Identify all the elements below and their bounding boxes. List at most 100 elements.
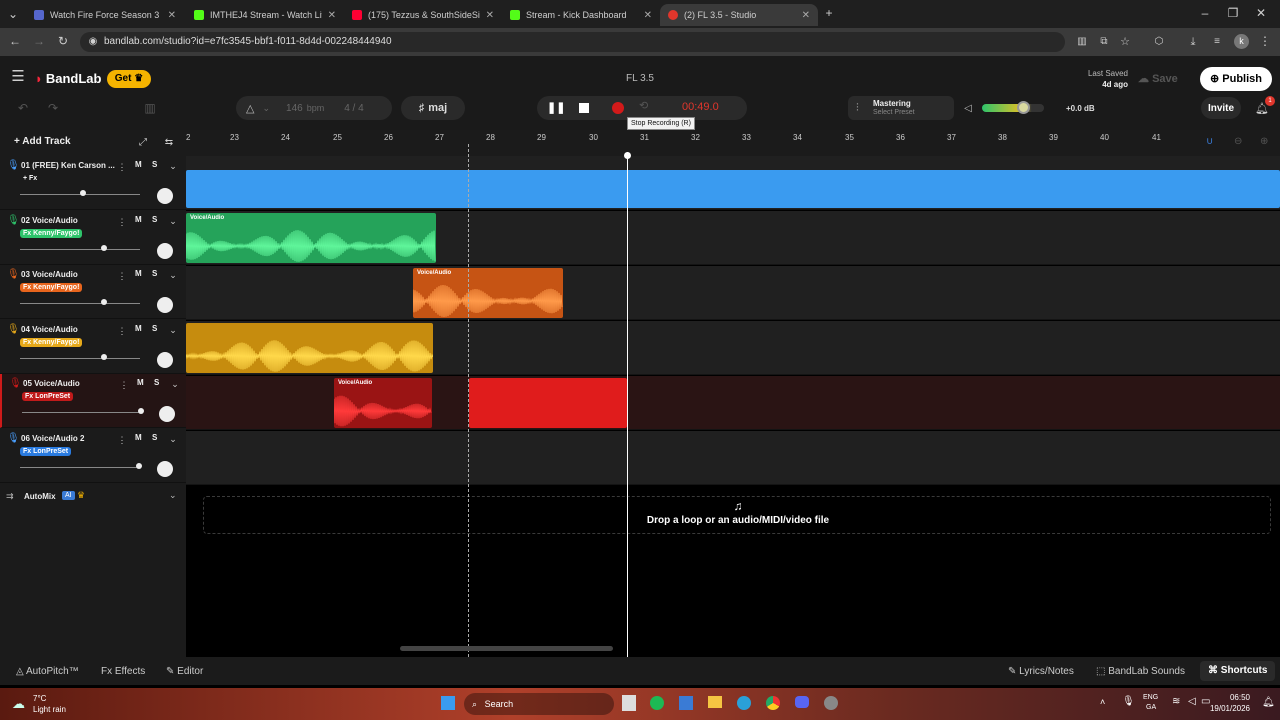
snap-magnet-icon[interactable]: ∪ xyxy=(1206,136,1213,147)
metronome-icon[interactable]: △ xyxy=(246,102,254,115)
track-name[interactable]: 01 (FREE) Ken Carson ... xyxy=(21,161,116,170)
solo-button[interactable]: S xyxy=(152,324,157,333)
notifications-icon[interactable]: 🔔︎ xyxy=(1262,697,1275,708)
discord-icon[interactable] xyxy=(795,696,809,708)
playhead[interactable] xyxy=(627,152,628,657)
chevron-down-icon[interactable]: ⌄ xyxy=(167,323,179,337)
fx-chain-badge[interactable]: + Fx xyxy=(20,174,40,183)
close-icon[interactable]: ✕ xyxy=(802,10,810,21)
lyrics-notes-button[interactable]: ✎ Lyrics/Notes xyxy=(1008,666,1074,677)
fx-chain-badge[interactable]: Fx LonPreSet xyxy=(22,392,74,402)
volume-slider[interactable] xyxy=(22,412,142,414)
audio-clip[interactable] xyxy=(186,323,433,373)
track-name[interactable]: 02 Voice/Audio xyxy=(21,216,116,225)
browser-menu-icon[interactable]: ⋮ xyxy=(1258,34,1272,48)
track-header-2[interactable]: 🎙︎ 02 Voice/Audio ⋮ M S ⌄ Fx Kenny/Faygo! xyxy=(0,210,186,265)
file-explorer-icon[interactable] xyxy=(708,696,722,708)
task-view-icon[interactable] xyxy=(622,695,636,711)
solo-button[interactable]: S xyxy=(152,215,157,224)
taskbar-search[interactable]: ⌕ Search xyxy=(464,693,614,715)
automix-row[interactable]: ⇉ AutoMix AI ♛ ⌄ xyxy=(0,485,186,509)
zoom-out-icon[interactable]: ⊖ xyxy=(1234,136,1242,147)
solo-button[interactable]: S xyxy=(152,160,157,169)
audio-clip[interactable]: Voice/Audio xyxy=(413,268,563,318)
mute-button[interactable]: M xyxy=(135,269,142,278)
fx-chain-badge[interactable]: Fx LonPreSet xyxy=(20,447,72,456)
track-menu-icon[interactable]: ⋮ xyxy=(117,215,127,229)
solo-button[interactable]: S xyxy=(154,378,159,387)
pan-knob[interactable] xyxy=(157,297,173,314)
project-title[interactable]: FL 3.5 xyxy=(600,73,680,84)
bandlab-sounds-button[interactable]: ⬚ BandLab Sounds xyxy=(1096,666,1185,677)
profile-avatar[interactable]: k xyxy=(1234,34,1249,49)
chevron-down-icon[interactable]: ⌄ xyxy=(169,377,181,391)
audio-clip[interactable]: Voice/Audio xyxy=(334,378,432,428)
volume-slider[interactable] xyxy=(20,303,140,305)
pause-icon[interactable]: ❚❚ xyxy=(547,101,565,115)
time-signature[interactable]: 4 / 4 xyxy=(344,103,363,114)
track-name[interactable]: 06 Voice/Audio 2 xyxy=(21,434,116,443)
effects-button[interactable]: Fx Effects xyxy=(101,666,145,677)
solo-button[interactable]: S xyxy=(152,269,157,278)
volume-slider[interactable] xyxy=(20,467,140,468)
pan-knob[interactable] xyxy=(157,461,173,477)
audio-clip[interactable]: Voice/Audio xyxy=(186,213,436,263)
save-button[interactable]: ☁ Save xyxy=(1138,72,1178,85)
browser-tab-5[interactable]: (2) FL 3.5 - Studio ✕ xyxy=(660,4,818,26)
language-bottom[interactable]: GA xyxy=(1146,704,1156,711)
url-input[interactable]: ◉ bandlab.com/studio?id=e7fc3545-bbf1-f0… xyxy=(80,32,1065,52)
chevron-down-icon[interactable]: ⌄ xyxy=(167,432,179,446)
editor-button[interactable]: ✎ Editor xyxy=(166,666,203,677)
fx-chain-badge[interactable]: Fx Kenny/Faygo! xyxy=(20,228,83,238)
track-name[interactable]: 04 Voice/Audio xyxy=(21,325,116,334)
browser-tab-4[interactable]: Stream - Kick Dashboard ✕ xyxy=(502,4,660,26)
solo-button[interactable]: S xyxy=(152,433,157,442)
redo-icon[interactable]: ↷ xyxy=(46,101,60,115)
volume-slider-handle[interactable] xyxy=(136,463,142,469)
tab-menu-icon[interactable]: ⌄ xyxy=(6,7,20,21)
shortcuts-button[interactable]: ⌘ Shortcuts xyxy=(1200,661,1276,681)
pan-knob[interactable] xyxy=(157,188,173,204)
forward-icon[interactable]: → xyxy=(32,34,46,48)
chevron-down-icon[interactable]: ⌄ xyxy=(167,159,179,173)
pan-knob[interactable] xyxy=(157,351,173,368)
volume-slider[interactable] xyxy=(20,248,140,250)
volume-slider-handle[interactable] xyxy=(101,299,107,306)
key-selector[interactable]: ♯ maj xyxy=(401,96,465,120)
maximize-icon[interactable]: ❐ xyxy=(1226,6,1240,20)
track-header-1[interactable]: 🎙︎ 01 (FREE) Ken Carson ... ⋮ M S ⌄ + Fx xyxy=(0,156,186,210)
reading-mode-icon[interactable]: ▥ xyxy=(1075,35,1089,49)
mute-button[interactable]: M xyxy=(135,160,142,169)
track-settings-icon[interactable]: ⇆ xyxy=(162,136,176,150)
media-control-icon[interactable]: ≡ xyxy=(1210,35,1224,49)
automation-icon[interactable]: ⤢ xyxy=(136,136,150,150)
publish-button[interactable]: ⊕ Publish xyxy=(1200,67,1272,91)
browser-tab-1[interactable]: Watch Fire Force Season 3 Engl✕ xyxy=(26,4,184,26)
weather-desc[interactable]: Light rain xyxy=(33,705,66,714)
chevron-down-icon[interactable]: ⌄ xyxy=(169,490,177,501)
add-track-button[interactable]: + Add Track xyxy=(14,136,71,147)
microphone-icon[interactable]: 🎙︎ xyxy=(7,215,20,226)
extensions-icon[interactable]: ⬡ xyxy=(1152,35,1166,49)
volume-icon[interactable]: ◁ xyxy=(1188,696,1196,707)
master-volume-slider[interactable] xyxy=(982,104,1044,112)
chevron-down-icon[interactable]: ⌄ xyxy=(262,103,270,114)
microphone-icon[interactable]: 🎙︎ xyxy=(1122,696,1135,707)
track-header-4[interactable]: 🎙︎ 04 Voice/Audio ⋮ M S ⌄ Fx Kenny/Faygo! xyxy=(0,319,186,374)
microphone-icon[interactable]: 🎙︎ xyxy=(9,378,22,389)
tray-chevron-icon[interactable]: ˄ xyxy=(1100,697,1105,707)
loop-icon[interactable]: ⟲ xyxy=(639,99,648,112)
edge-icon[interactable] xyxy=(737,696,751,710)
hamburger-menu-icon[interactable]: ☰ xyxy=(10,69,26,84)
mute-button[interactable]: M xyxy=(135,324,142,333)
weather-temp[interactable]: 7°C xyxy=(33,694,46,703)
track-menu-icon[interactable]: ⋮ xyxy=(119,378,129,392)
mastering-button[interactable]: ⫶ Mastering Select Preset xyxy=(848,96,954,120)
new-tab-icon[interactable]: + xyxy=(822,6,836,20)
chevron-down-icon[interactable]: ⌄ xyxy=(167,214,179,228)
audio-clip[interactable] xyxy=(186,170,1280,208)
minimize-icon[interactable]: – xyxy=(1198,6,1212,20)
volume-slider[interactable] xyxy=(20,357,140,359)
microphone-icon[interactable]: 🎙︎ xyxy=(7,160,20,171)
bookmark-star-icon[interactable]: ☆ xyxy=(1118,35,1132,49)
